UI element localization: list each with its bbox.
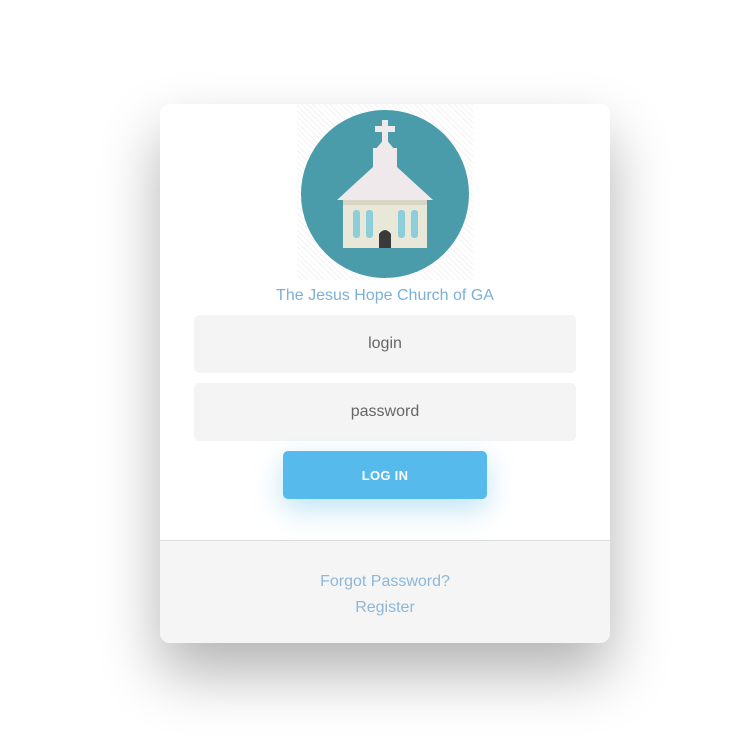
- register-link[interactable]: Register: [160, 598, 610, 618]
- login-card: The Jesus Hope Church of GA LOG IN Forgo…: [160, 104, 610, 643]
- password-input[interactable]: [194, 383, 576, 441]
- organization-name: The Jesus Hope Church of GA: [276, 287, 494, 304]
- church-icon: [301, 110, 469, 278]
- forgot-password-link[interactable]: Forgot Password?: [160, 572, 610, 592]
- card-footer: Forgot Password? Register: [160, 540, 610, 643]
- church-logo: [297, 104, 473, 280]
- login-button[interactable]: LOG IN: [283, 451, 487, 499]
- login-input[interactable]: [194, 315, 576, 373]
